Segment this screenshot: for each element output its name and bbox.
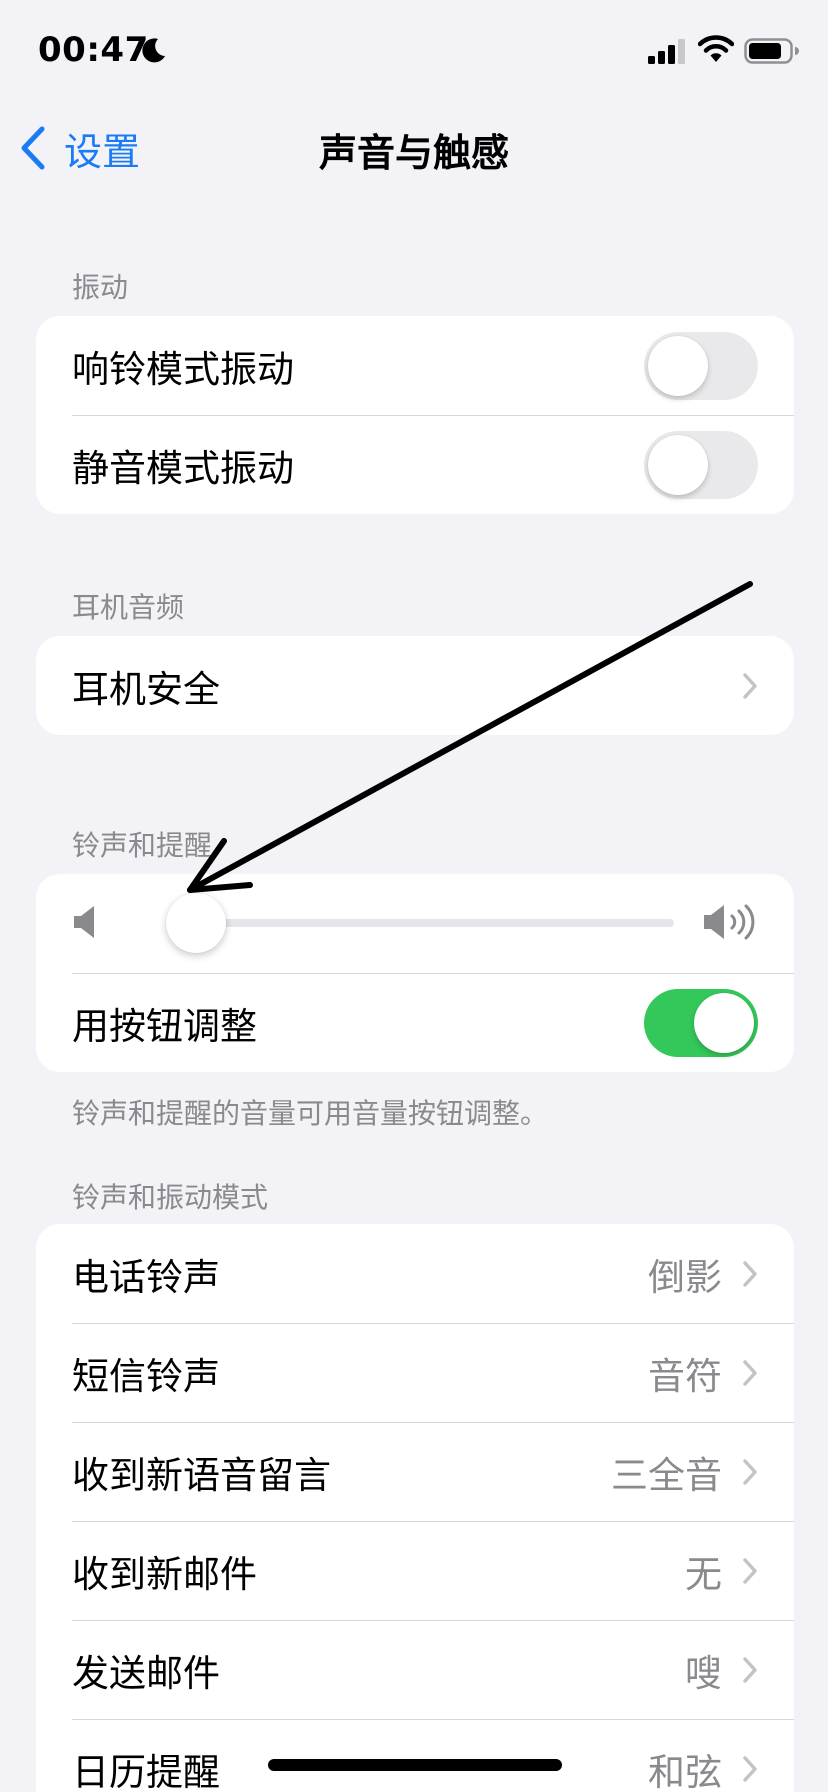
ring-vibration-row: 响铃模式振动 — [36, 316, 794, 415]
change-with-buttons-toggle[interactable] — [644, 988, 758, 1057]
new-voicemail-label: 收到新语音留言 — [72, 1453, 331, 1497]
wifi-icon — [698, 35, 734, 62]
ring-vibration-label: 响铃模式振动 — [72, 347, 294, 391]
chevron-right-icon — [743, 1656, 757, 1683]
ringer-alerts-group: 用按钮调整 — [36, 874, 794, 1072]
chevron-right-icon — [743, 1458, 757, 1485]
section-header-vibration: 振动 — [72, 271, 129, 304]
sent-mail-label: 发送邮件 — [72, 1651, 220, 1695]
ringtone-row[interactable]: 电话铃声 倒影 — [36, 1224, 794, 1323]
ringer-alerts-footer: 铃声和提醒的音量可用音量按钮调整。 — [72, 1097, 549, 1130]
section-header-ringer-alerts: 铃声和提醒 — [72, 829, 213, 862]
text-tone-value: 音符 — [648, 1354, 722, 1398]
sounds-haptics-screen: 00:47 设置 声音与触感 振动 响铃模式振动 静音模式振动 耳机音频 耳机安… — [0, 0, 828, 1792]
new-voicemail-value: 三全音 — [611, 1453, 722, 1497]
headphone-audio-group: 耳机安全 — [36, 636, 794, 735]
ringtone-value: 倒影 — [648, 1255, 722, 1299]
cellular-signal-icon — [648, 39, 685, 64]
calendar-alerts-row[interactable]: 日历提醒 和弦 — [36, 1719, 794, 1792]
status-bar: 00:47 — [0, 0, 828, 100]
volume-slider-row — [36, 874, 794, 973]
chevron-right-icon — [743, 1755, 757, 1782]
sounds-patterns-group: 电话铃声 倒影 短信铃声 音符 收到新语音留言 三全音 收到新邮件 无 发送邮件… — [36, 1224, 794, 1792]
change-with-buttons-label: 用按钮调整 — [72, 1004, 257, 1048]
status-time: 00:47 — [38, 30, 149, 70]
silent-vibration-toggle[interactable] — [644, 430, 758, 499]
new-mail-value: 无 — [685, 1552, 722, 1596]
headphone-safety-row[interactable]: 耳机安全 — [36, 636, 794, 735]
home-indicator[interactable] — [268, 1759, 562, 1771]
chevron-right-icon — [743, 672, 757, 699]
headphone-safety-label: 耳机安全 — [72, 667, 220, 711]
sent-mail-row[interactable]: 发送邮件 嗖 — [36, 1620, 794, 1719]
volume-slider-track[interactable] — [166, 919, 674, 927]
chevron-right-icon — [743, 1359, 757, 1386]
change-with-buttons-row: 用按钮调整 — [36, 973, 794, 1072]
section-header-sounds-patterns: 铃声和振动模式 — [72, 1181, 269, 1214]
speaker-high-icon — [704, 904, 755, 940]
ring-vibration-toggle[interactable] — [644, 331, 758, 400]
battery-icon — [744, 38, 799, 64]
volume-slider-thumb[interactable] — [166, 893, 226, 953]
new-mail-label: 收到新邮件 — [72, 1552, 257, 1596]
navigation-bar: 设置 声音与触感 — [0, 100, 828, 196]
silent-vibration-row: 静音模式振动 — [36, 415, 794, 514]
toggle-knob — [648, 335, 708, 396]
vibration-group: 响铃模式振动 静音模式振动 — [36, 316, 794, 514]
chevron-right-icon — [743, 1557, 757, 1584]
moon-icon — [142, 38, 165, 63]
section-header-headphone-audio: 耳机音频 — [72, 591, 185, 624]
speaker-low-icon — [74, 906, 94, 938]
chevron-right-icon — [743, 1260, 757, 1287]
sent-mail-value: 嗖 — [685, 1651, 722, 1695]
ringtone-label: 电话铃声 — [72, 1255, 220, 1299]
calendar-alerts-value: 和弦 — [648, 1750, 722, 1792]
new-mail-row[interactable]: 收到新邮件 无 — [36, 1521, 794, 1620]
toggle-knob — [648, 434, 708, 495]
text-tone-label: 短信铃声 — [72, 1354, 220, 1398]
text-tone-row[interactable]: 短信铃声 音符 — [36, 1323, 794, 1422]
new-voicemail-row[interactable]: 收到新语音留言 三全音 — [36, 1422, 794, 1521]
toggle-knob — [694, 992, 754, 1053]
page-title: 声音与触感 — [318, 131, 509, 175]
silent-vibration-label: 静音模式振动 — [72, 446, 294, 490]
